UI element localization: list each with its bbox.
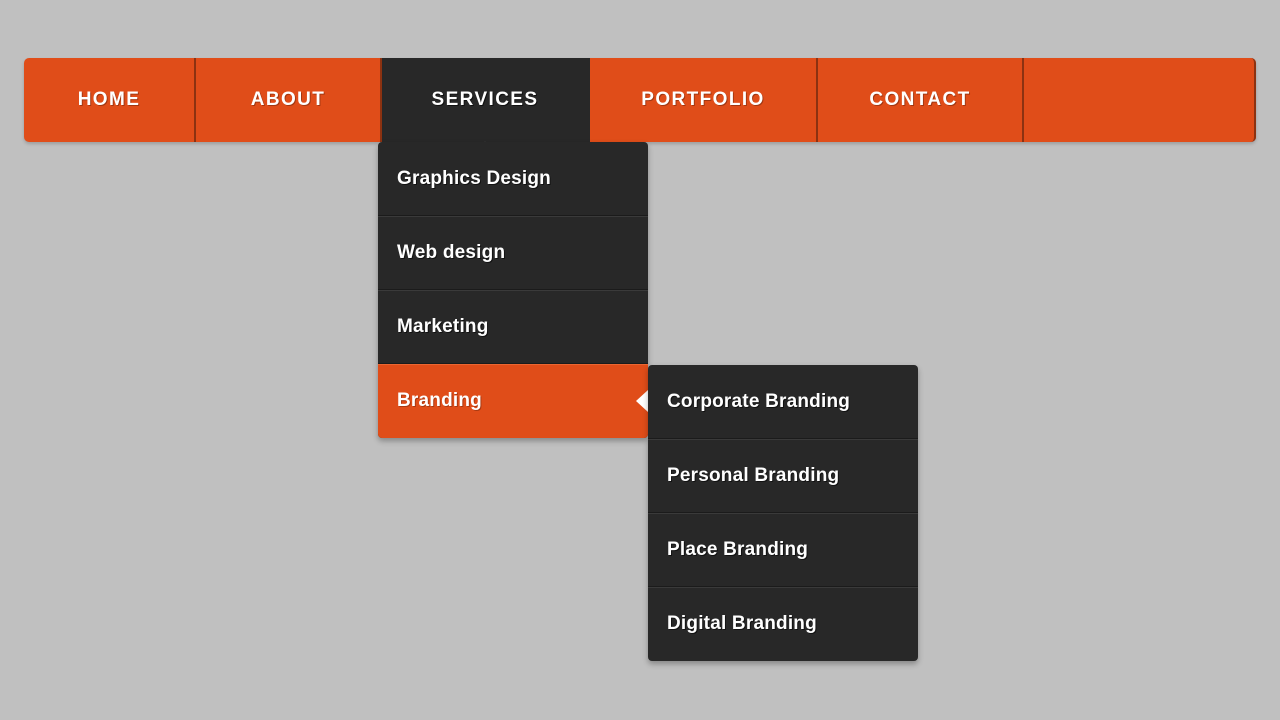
nav-item-label: PORTFOLIO [641,89,765,110]
nav-item-home[interactable]: HOME [24,58,196,142]
services-dropdown-menu: Graphics Design Web design Marketing Bra… [378,142,648,438]
nav-item-about[interactable]: ABOUT [196,58,382,142]
dropdown-item-web-design[interactable]: Web design [378,216,648,290]
navbar-empty-space [1024,58,1256,142]
submenu-item-label: Corporate Branding [667,390,851,412]
nav-item-contact[interactable]: CONTACT [818,58,1024,142]
dropdown-item-label: Web design [397,241,506,263]
submenu-item-digital-branding[interactable]: Digital Branding [648,587,918,661]
dropdown-item-label: Graphics Design [397,167,551,189]
dropdown-item-label: Marketing [397,315,489,337]
submenu-item-corporate-branding[interactable]: Corporate Branding [648,365,918,439]
branding-submenu: Corporate Branding Personal Branding Pla… [648,365,918,661]
dropdown-item-label: Branding [397,390,482,411]
dropdown-item-marketing[interactable]: Marketing [378,290,648,364]
submenu-item-place-branding[interactable]: Place Branding [648,513,918,587]
dropdown-item-graphics-design[interactable]: Graphics Design [378,142,648,216]
submenu-item-label: Place Branding [667,538,809,560]
submenu-item-label: Digital Branding [667,613,817,634]
nav-item-portfolio[interactable]: PORTFOLIO [590,58,818,142]
nav-item-services[interactable]: SERVICES [382,58,590,151]
nav-item-label: ABOUT [250,89,326,110]
nav-item-label: HOME [77,89,141,110]
nav-item-label: SERVICES [431,89,539,110]
dropdown-item-branding[interactable]: Branding [378,364,648,438]
main-navbar: HOME ABOUT SERVICES PORTFOLIO CONTACT [24,58,1256,151]
nav-item-label: CONTACT [869,89,971,110]
caret-left-icon [636,390,648,412]
submenu-item-personal-branding[interactable]: Personal Branding [648,439,918,513]
submenu-item-label: Personal Branding [667,464,840,486]
